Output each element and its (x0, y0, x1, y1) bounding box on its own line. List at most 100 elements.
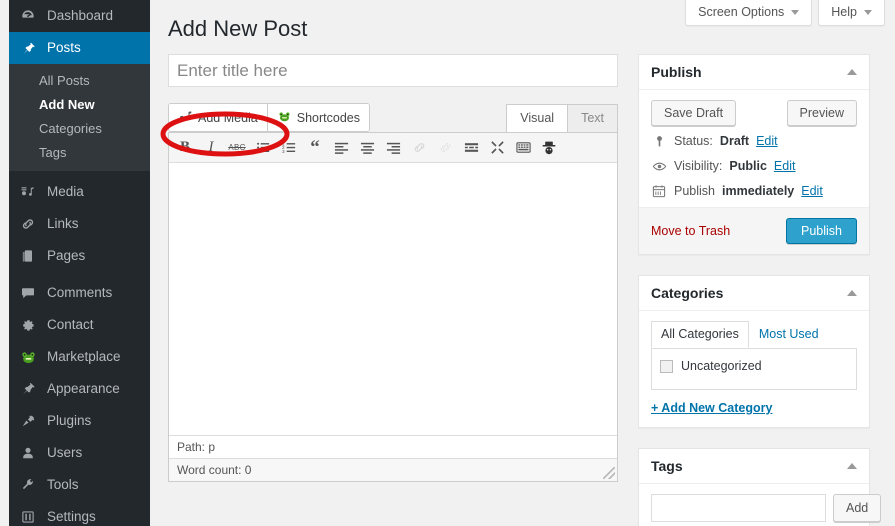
sidebar-item-settings[interactable]: Settings (9, 501, 150, 526)
pin-icon (18, 38, 38, 58)
editor-content-area[interactable] (169, 163, 617, 435)
editor-wrap: Add Media Shortcodes Visual Text B I ABC… (168, 103, 618, 482)
sidebar-item-comments[interactable]: Comments (9, 277, 150, 309)
sidebar-item-marketplace[interactable]: Marketplace (9, 341, 150, 373)
categories-list: Uncategorized (651, 348, 857, 390)
tags-box-inside: Add (639, 484, 882, 526)
move-to-trash-link[interactable]: Move to Trash (651, 224, 730, 238)
publish-action-row: Save Draft Preview (651, 100, 857, 126)
preview-button[interactable]: Preview (786, 100, 857, 126)
chevron-up-icon[interactable] (847, 290, 857, 296)
sidebar-item-label: Plugins (47, 413, 92, 428)
tags-box-title[interactable]: Tags (639, 449, 869, 484)
status-row: Status: Draft Edit (651, 126, 857, 151)
link-icon (18, 214, 38, 234)
chevron-up-icon[interactable] (847, 69, 857, 75)
user-icon (18, 443, 38, 463)
add-tag-button[interactable]: Add (833, 494, 882, 522)
italic-icon[interactable]: I (199, 136, 223, 160)
align-left-icon[interactable] (329, 136, 353, 160)
metabox-sidebar: Publish Save Draft Preview Status: Draft… (638, 54, 882, 526)
publish-box-inside: Save Draft Preview Status: Draft Edit Vi… (639, 90, 869, 207)
sidebar-subitem-add-new[interactable]: Add New (9, 93, 150, 117)
read-more-icon[interactable] (459, 136, 483, 160)
left-gutter (0, 0, 9, 526)
sidebar-item-plugins[interactable]: Plugins (9, 405, 150, 437)
visibility-edit-link[interactable]: Edit (774, 159, 796, 173)
visibility-value: Public (729, 159, 767, 173)
tags-input[interactable] (651, 494, 826, 522)
tab-visual[interactable]: Visual (506, 104, 569, 133)
sidebar-item-posts[interactable]: Posts (9, 32, 158, 64)
categories-box-title-label: Categories (651, 285, 724, 301)
sidebar-subitem-tags[interactable]: Tags (9, 141, 150, 165)
insert-link-icon[interactable] (407, 136, 431, 160)
add-new-category-link[interactable]: + Add New Category (651, 401, 772, 415)
publish-date-value: immediately (722, 184, 795, 198)
post-title-input[interactable] (169, 55, 617, 86)
add-media-icon (178, 109, 193, 127)
help-button[interactable]: Help (818, 0, 885, 26)
sidebar-item-links[interactable]: Links (9, 208, 150, 240)
publish-date-row: Publish immediately Edit (651, 176, 857, 201)
align-center-icon[interactable] (355, 136, 379, 160)
tab-most-used[interactable]: Most Used (749, 321, 829, 348)
sidebar-item-label: Appearance (47, 381, 120, 396)
editor-resize-handle[interactable] (603, 467, 615, 479)
gear-icon (18, 315, 38, 335)
screen-options-button[interactable]: Screen Options (685, 0, 813, 26)
publish-button[interactable]: Publish (786, 218, 857, 244)
sidebar-subitem-all-posts[interactable]: All Posts (9, 69, 150, 93)
strikethrough-icon[interactable]: ABC (225, 136, 249, 160)
eye-icon (651, 158, 667, 174)
align-right-icon[interactable] (381, 136, 405, 160)
chevron-down-icon (864, 9, 872, 15)
sidebar-item-label: Pages (47, 248, 86, 263)
sidebar-item-contact[interactable]: Contact (9, 309, 150, 341)
shortcodes-icon (277, 109, 292, 127)
blockquote-icon[interactable]: “ (303, 136, 327, 160)
shortcodes-button[interactable]: Shortcodes (266, 104, 369, 131)
tab-all-categories[interactable]: All Categories (651, 321, 749, 348)
plug-icon (18, 411, 38, 431)
sidebar-item-pages[interactable]: Pages (9, 240, 150, 272)
sidebar-item-label: Media (47, 184, 84, 199)
word-count-label: Word count: 0 (177, 463, 252, 477)
editor-column: Add Media (168, 54, 618, 482)
sidebar-item-tools[interactable]: Tools (9, 469, 150, 501)
spellcheck-icon[interactable] (537, 136, 561, 160)
sidebar-subitem-categories[interactable]: Categories (9, 117, 150, 141)
sidebar-item-media[interactable]: Media (9, 176, 150, 208)
shortcodes-label: Shortcodes (296, 110, 360, 125)
bullet-list-icon[interactable] (251, 136, 275, 160)
svg-text:3: 3 (282, 149, 285, 154)
sidebar-item-dashboard[interactable]: Dashboard (9, 0, 150, 32)
bold-icon[interactable]: B (173, 136, 197, 160)
sidebar-item-appearance[interactable]: Appearance (9, 373, 150, 405)
categories-box-title[interactable]: Categories (639, 276, 869, 311)
sidebar-item-label: Tools (47, 477, 79, 492)
status-edit-link[interactable]: Edit (756, 134, 778, 148)
fullscreen-icon[interactable] (485, 136, 509, 160)
screen-meta-links: Screen Options Help (685, 0, 885, 26)
editor-mode-tabs: Visual Text (506, 104, 618, 133)
tab-text[interactable]: Text (567, 104, 618, 133)
publish-box-title[interactable]: Publish (639, 55, 869, 90)
category-item-uncategorized[interactable]: Uncategorized (660, 359, 848, 373)
kitchen-sink-icon[interactable] (511, 136, 535, 160)
publish-date-label: Publish (674, 184, 715, 198)
visibility-label: Visibility: (674, 159, 723, 173)
unlink-icon[interactable] (433, 136, 457, 160)
marketplace-icon (18, 347, 38, 367)
save-draft-button[interactable]: Save Draft (651, 100, 737, 126)
chevron-down-icon (791, 9, 800, 15)
add-media-button[interactable]: Add Media (169, 104, 267, 131)
numbered-list-icon[interactable]: 1 2 3 (277, 136, 301, 160)
sidebar-item-users[interactable]: Users (9, 437, 150, 469)
sidebar-item-label: Posts (47, 40, 81, 55)
publish-date-edit-link[interactable]: Edit (801, 184, 823, 198)
chevron-up-icon[interactable] (847, 463, 857, 469)
checkbox-icon[interactable] (660, 359, 673, 373)
editor-toolbar: B I ABC 1 2 3 “ (169, 133, 617, 163)
categories-tabs: All Categories Most Used (651, 321, 857, 349)
